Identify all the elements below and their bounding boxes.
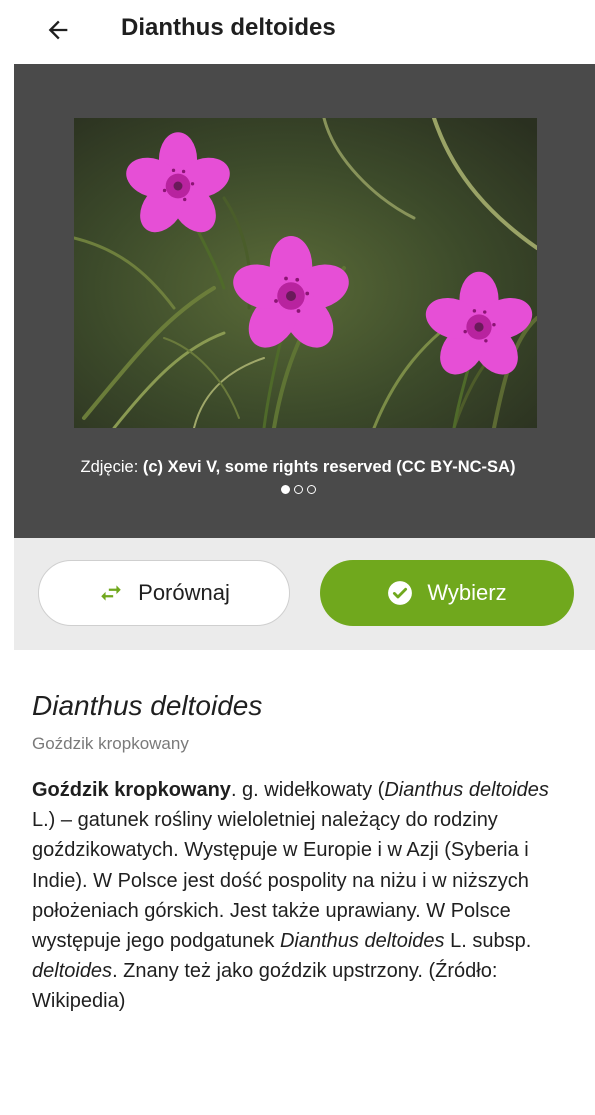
description-italic-2: Dianthus deltoides (279, 930, 445, 953)
arrow-left-icon (48, 20, 68, 40)
carousel-dot-2[interactable] (293, 485, 303, 494)
species-common-name: Goździk kropkowany (32, 734, 189, 753)
carousel-dot-1[interactable] (280, 485, 290, 494)
description-bold-name: Goździk kropkowany (32, 779, 231, 801)
app-screen: Dianthus deltoides Zdjęcie: (c) Xevi V, … (0, 0, 595, 1115)
species-photo[interactable] (74, 118, 537, 428)
carousel-indicator (14, 485, 582, 494)
compare-button[interactable]: Porównaj (38, 560, 290, 626)
caption-prefix: Zdjęcie: (80, 458, 143, 476)
carousel-dot-3[interactable] (306, 485, 316, 494)
back-button[interactable] (36, 10, 80, 50)
description-text-3: L. subsp. (444, 930, 532, 953)
app-header: Dianthus deltoides (0, 0, 595, 64)
species-description: Goździk kropkowany. g. widełkowaty (Dian… (32, 775, 568, 1017)
check-circle-icon (387, 580, 413, 606)
photo-credit: (c) Xevi V, some rights reserved (CC BY-… (142, 458, 516, 476)
select-button-label: Wybierz (427, 580, 507, 605)
description-text-1: . g. widełkowaty ( (230, 779, 385, 801)
description-italic-1: Dianthus deltoides (384, 779, 549, 801)
photo-caption: Zdjęcie: (c) Xevi V, some rights reserve… (14, 456, 582, 478)
species-scientific-name: Dianthus deltoides (32, 690, 263, 721)
photo-gallery[interactable]: Zdjęcie: (c) Xevi V, some rights reserve… (14, 64, 595, 538)
select-button[interactable]: Wybierz (320, 560, 574, 626)
swap-arrows-icon (98, 580, 124, 606)
compare-button-label: Porównaj (138, 580, 230, 605)
description-italic-3: deltoides (32, 960, 113, 983)
flower-photo-image (74, 118, 537, 428)
action-bar: Porównaj Wybierz (14, 538, 595, 650)
page-title: Dianthus deltoides (121, 14, 336, 41)
